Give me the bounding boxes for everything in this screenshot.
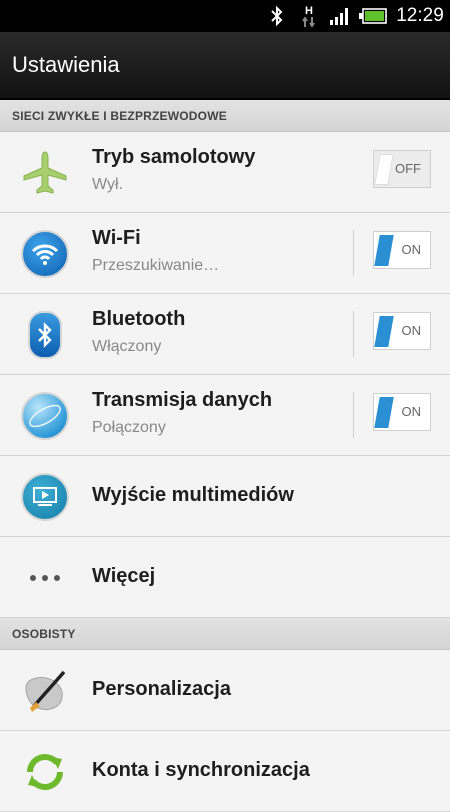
bluetooth-toggle[interactable]: ON bbox=[373, 312, 431, 350]
setting-label: Personalizacja bbox=[92, 678, 231, 700]
setting-label: Bluetooth bbox=[92, 308, 186, 330]
wifi-icon bbox=[20, 229, 70, 279]
divider bbox=[353, 311, 354, 357]
setting-status: Wył. bbox=[92, 176, 123, 193]
setting-label: Tryb samolotowy bbox=[92, 146, 256, 168]
airplane-mode-toggle[interactable]: OFF bbox=[373, 150, 431, 188]
divider bbox=[353, 392, 354, 438]
battery-icon bbox=[358, 0, 388, 32]
setting-mobile-data[interactable]: Transmisja danych Połączony ON bbox=[0, 375, 450, 456]
setting-status: Przeszukiwanie… bbox=[92, 257, 220, 274]
paintbrush-icon bbox=[20, 666, 70, 716]
setting-status: Połączony bbox=[92, 419, 166, 436]
toggle-state: ON bbox=[401, 242, 422, 257]
divider bbox=[353, 230, 354, 276]
toggle-knob bbox=[374, 316, 394, 347]
sync-icon bbox=[20, 747, 70, 797]
status-bar: H 12:29 bbox=[0, 0, 450, 32]
title-bar: Ustawienia bbox=[0, 32, 450, 100]
setting-personalization[interactable]: Personalizacja bbox=[0, 650, 450, 731]
setting-label: Konta i synchronizacja bbox=[92, 759, 310, 781]
setting-label: Wyjście multimediów bbox=[92, 484, 294, 506]
setting-wifi[interactable]: Wi-Fi Przeszukiwanie… ON bbox=[0, 213, 450, 294]
toggle-knob bbox=[374, 397, 394, 428]
section-header-wireless: SIECI ZWYKŁE I BEZPRZEWODOWE bbox=[0, 100, 450, 132]
setting-label: Wi-Fi bbox=[92, 227, 141, 249]
more-dots-icon bbox=[20, 553, 70, 603]
network-type-icon: H bbox=[300, 0, 318, 32]
setting-label: Transmisja danych bbox=[92, 389, 273, 411]
setting-label: Więcej bbox=[92, 565, 156, 587]
toggle-knob bbox=[374, 235, 394, 266]
signal-icon bbox=[328, 0, 352, 32]
bluetooth-status-icon bbox=[266, 0, 288, 32]
mobile-data-toggle[interactable]: ON bbox=[373, 393, 431, 431]
media-output-icon bbox=[20, 472, 70, 522]
toggle-state: ON bbox=[401, 323, 422, 338]
setting-bluetooth[interactable]: Bluetooth Włączony ON bbox=[0, 294, 450, 375]
bluetooth-icon bbox=[20, 310, 70, 360]
setting-media-output[interactable]: Wyjście multimediów bbox=[0, 456, 450, 537]
setting-airplane-mode[interactable]: Tryb samolotowy Wył. OFF bbox=[0, 132, 450, 213]
wifi-toggle[interactable]: ON bbox=[373, 231, 431, 269]
globe-icon bbox=[20, 391, 70, 441]
setting-status: Włączony bbox=[92, 338, 162, 355]
toggle-state: ON bbox=[401, 404, 422, 419]
airplane-icon bbox=[20, 148, 70, 198]
toggle-state: OFF bbox=[395, 161, 421, 176]
section-header-personal: OSOBISTY bbox=[0, 618, 450, 650]
page-title: Ustawienia bbox=[12, 52, 120, 77]
toggle-knob bbox=[374, 154, 394, 185]
setting-more[interactable]: Więcej bbox=[0, 537, 450, 618]
status-time: 12:29 bbox=[396, 5, 444, 26]
settings-list: SIECI ZWYKŁE I BEZPRZEWODOWE Tryb samolo… bbox=[0, 100, 450, 812]
